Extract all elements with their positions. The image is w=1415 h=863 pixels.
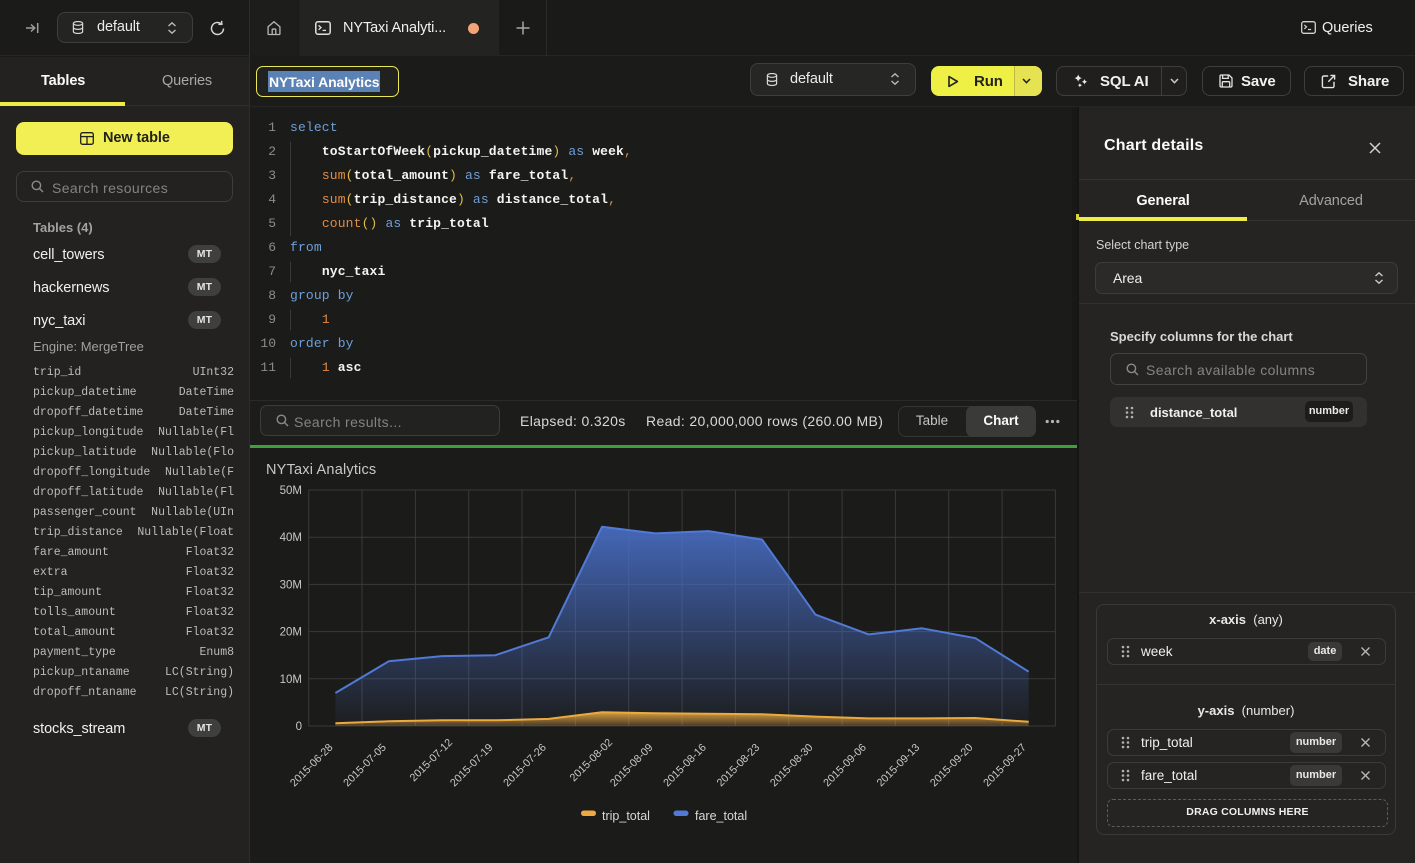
svg-text:2015-06-28: 2015-06-28	[288, 742, 336, 790]
svg-text:50M: 50M	[280, 485, 302, 497]
svg-text:2015-07-26: 2015-07-26	[501, 742, 549, 790]
svg-text:2015-08-09: 2015-08-09	[608, 742, 656, 790]
svg-text:2015-08-16: 2015-08-16	[661, 742, 709, 790]
svg-text:2015-09-06: 2015-09-06	[821, 742, 869, 790]
svg-text:10M: 10M	[280, 674, 302, 686]
svg-text:2015-08-23: 2015-08-23	[715, 742, 763, 790]
svg-text:2015-07-12: 2015-07-12	[408, 737, 456, 785]
svg-text:2015-09-27: 2015-09-27	[981, 742, 1029, 790]
svg-text:40M: 40M	[280, 532, 302, 544]
svg-text:fare_total: fare_total	[695, 809, 747, 823]
svg-text:NYTaxi Analytics: NYTaxi Analytics	[266, 462, 376, 478]
svg-text:2015-09-20: 2015-09-20	[928, 742, 976, 790]
svg-text:2015-07-05: 2015-07-05	[341, 742, 389, 790]
svg-text:2015-08-02: 2015-08-02	[568, 737, 616, 785]
svg-text:2015-07-19: 2015-07-19	[448, 742, 496, 790]
svg-text:2015-09-13: 2015-09-13	[875, 742, 923, 790]
svg-text:0: 0	[296, 721, 302, 733]
svg-text:2015-08-30: 2015-08-30	[768, 742, 816, 790]
svg-text:20M: 20M	[280, 627, 302, 639]
svg-text:30M: 30M	[280, 579, 302, 591]
svg-text:trip_total: trip_total	[602, 809, 650, 823]
